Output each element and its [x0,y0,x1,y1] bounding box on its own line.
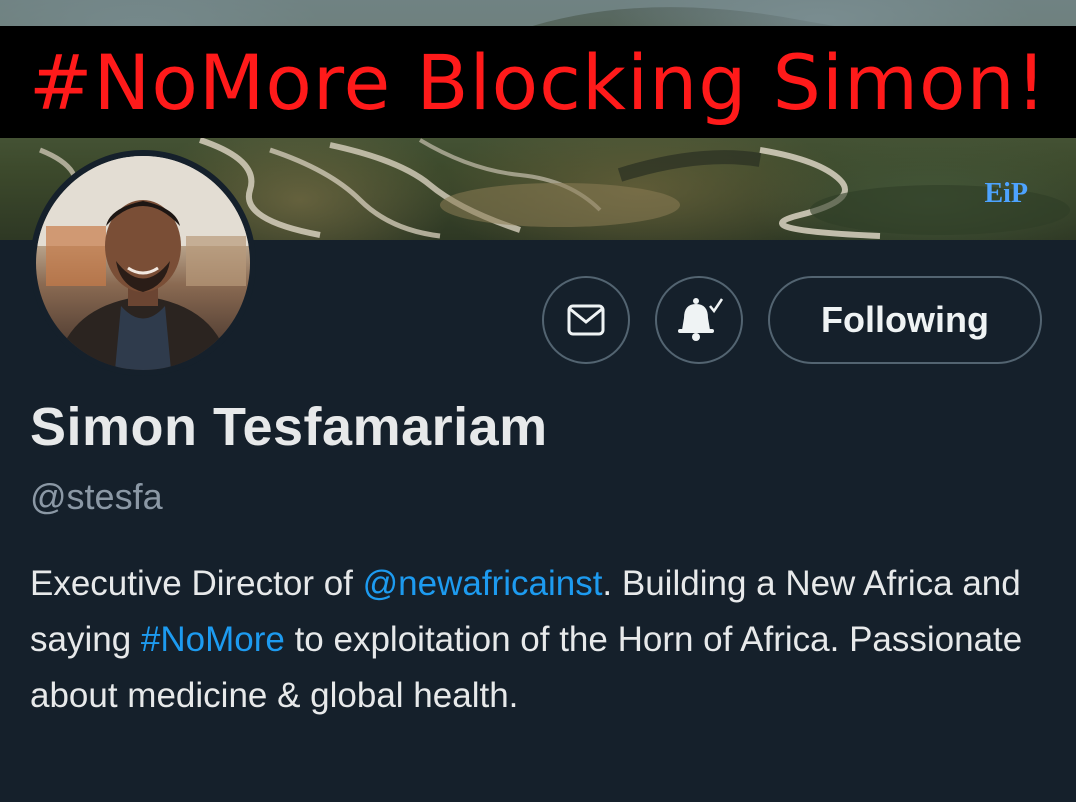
message-button[interactable] [542,276,630,364]
bio-mention-link[interactable]: @newafricainst [363,564,603,603]
avatar-photo [36,156,250,370]
eip-logo: EiP [984,178,1028,209]
profile-bio: Executive Director of @newafricainst. Bu… [30,556,1050,724]
bio-text: Executive Director of [30,564,363,603]
bio-hashtag-link[interactable]: #NoMore [141,620,285,659]
user-handle: @stesfa [30,476,163,517]
following-button[interactable]: Following [768,276,1042,364]
avatar[interactable] [30,150,256,376]
banner-headline: #NoMore Blocking Simon! [28,37,1048,127]
display-name: Simon Tesfamariam [30,397,548,457]
notifications-button[interactable] [655,276,743,364]
hashtag-banner-bar: #NoMore Blocking Simon! [0,26,1076,138]
bell-check-icon [678,298,724,341]
envelope-icon [567,304,605,336]
